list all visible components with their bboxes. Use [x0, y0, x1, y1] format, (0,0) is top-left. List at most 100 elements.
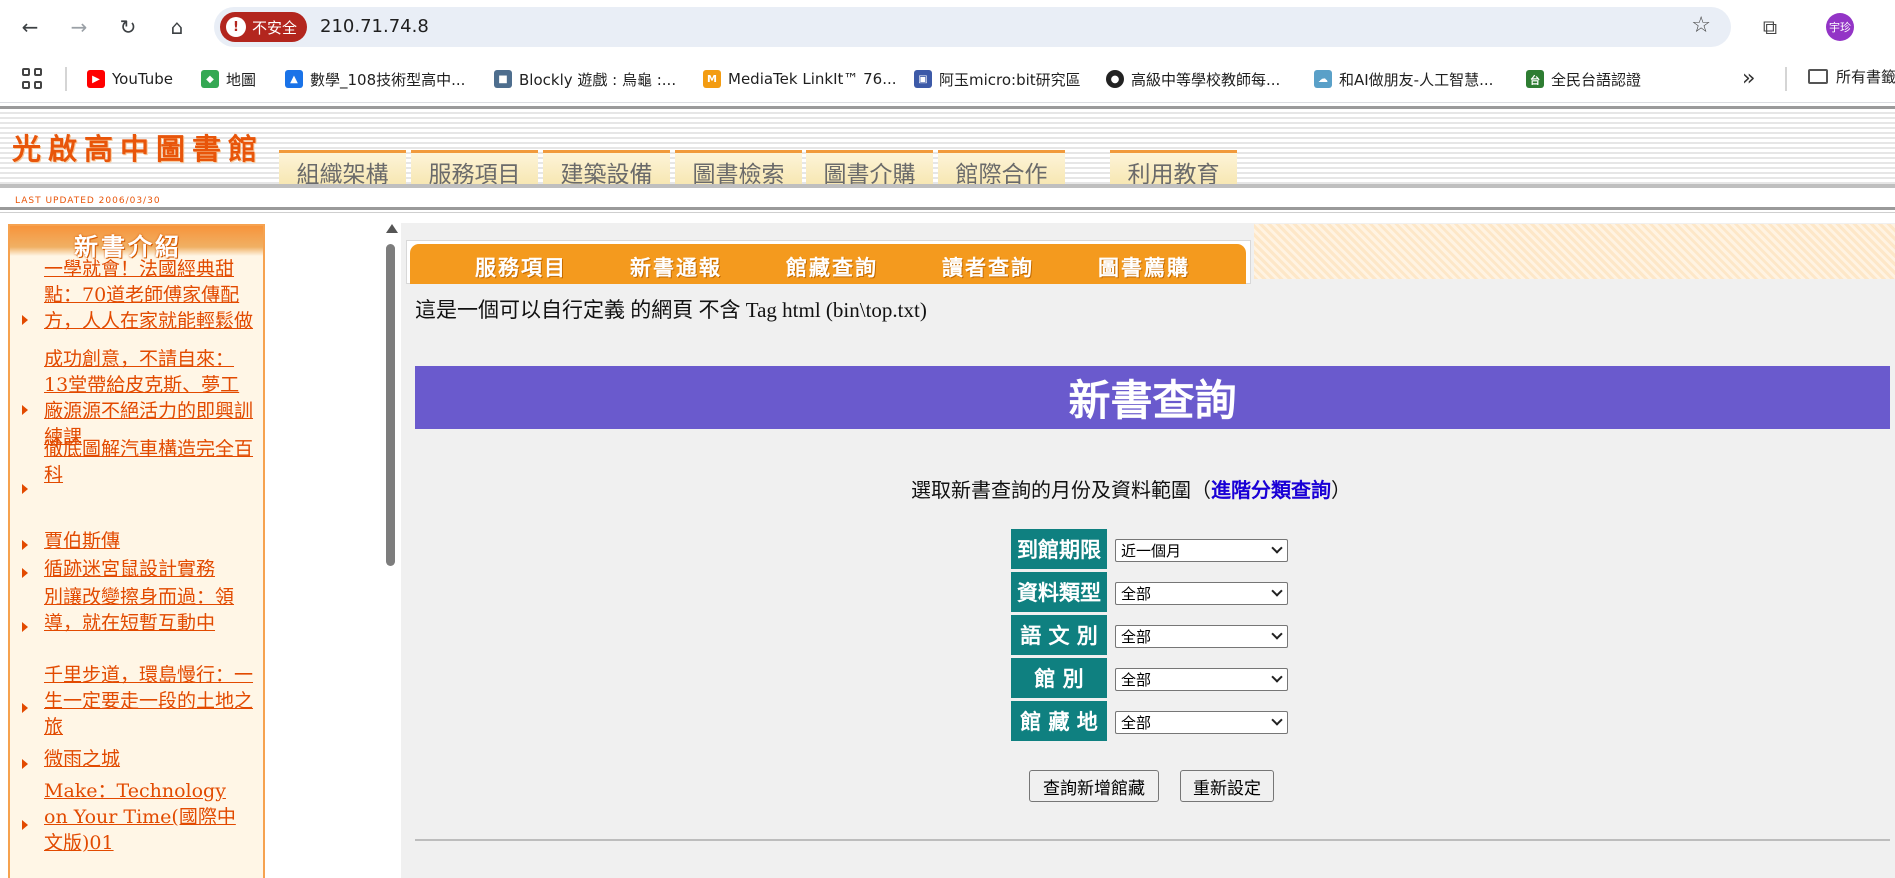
- bookmark-taiwanese[interactable]: 台 全民台語認證: [1526, 66, 1641, 92]
- new-book-link[interactable]: 成功創意，不請自來：13堂帶給皮克斯、夢工廠源源不絕活力的即興訓練課: [44, 346, 254, 450]
- bookmark-label: MediaTek LinkIt™ 76...: [728, 70, 897, 88]
- page-title: 新書查詢: [1068, 367, 1236, 428]
- bullet-icon: [22, 820, 28, 830]
- decorative-pattern: [1254, 224, 1895, 279]
- bookmark-mediatek[interactable]: M MediaTek LinkIt™ 76...: [703, 66, 897, 92]
- bookmark-label: 阿玉micro:bit研究區: [939, 69, 1081, 90]
- maps-icon: ◆: [201, 70, 219, 88]
- bookmark-label: 全民台語認證: [1551, 69, 1641, 90]
- menu-instruction[interactable]: 利用教育: [1110, 150, 1237, 184]
- avatar[interactable]: 宇珍: [1826, 13, 1854, 41]
- instruction-suffix: ）: [1331, 480, 1351, 502]
- address-bar[interactable]: ! 不安全 210.71.74.8 ☆: [214, 7, 1731, 47]
- bookmarks-bar: ▶ YouTube ◆ 地圖 ▲ 數學_108技術型高中... ■ Blockl…: [0, 60, 1895, 96]
- reset-button[interactable]: 重新設定: [1180, 770, 1274, 802]
- bookmark-label: 高級中等學校教師每...: [1131, 69, 1280, 90]
- bookmark-separator: [65, 67, 67, 91]
- scrollbar-thumb[interactable]: [386, 244, 395, 566]
- chevron-down-icon: [1271, 671, 1282, 682]
- bookmark-label: 數學_108技術型高中...: [310, 69, 465, 90]
- reload-icon[interactable]: ↻: [113, 12, 143, 42]
- bookmark-microbit[interactable]: ▣ 阿玉micro:bit研究區: [914, 66, 1081, 92]
- select-value: 近一個月: [1121, 540, 1181, 561]
- bullet-icon: [22, 405, 28, 415]
- bullet-icon: [22, 315, 28, 325]
- language-label: 語 文 別: [1011, 615, 1107, 655]
- more-bookmarks-icon[interactable]: »: [1742, 66, 1755, 91]
- sub-navigation-bar: 服務項目 新書通報 館藏查詢 讀者查詢 圖書薦購: [410, 244, 1246, 284]
- menu-catalog-search[interactable]: 圖書檢索: [675, 150, 802, 184]
- new-book-link[interactable]: 一學就會！法國經典甜點：70道老師傅家傳配方，人人在家就能輕鬆做: [44, 256, 254, 334]
- chevron-down-icon: [1271, 628, 1282, 639]
- extensions-icon[interactable]: ⧉: [1755, 12, 1785, 42]
- new-book-link[interactable]: 別讓改變擦身而過：領導，就在短暫互動中: [44, 584, 254, 636]
- math-icon: ▲: [285, 70, 303, 88]
- subnav-services[interactable]: 服務項目: [475, 252, 567, 282]
- sub-navigation: 服務項目 新書通報 館藏查詢 讀者查詢 圖書薦購: [406, 240, 1251, 284]
- bookmark-math[interactable]: ▲ 數學_108技術型高中...: [285, 66, 465, 92]
- apps-grid-icon[interactable]: [22, 68, 44, 90]
- advanced-search-link[interactable]: 進階分類查詢: [1211, 480, 1331, 502]
- bookmark-label: Blockly 遊戲 : 烏龜 :...: [519, 69, 676, 90]
- bookmark-teacher[interactable]: ● 高級中等學校教師每...: [1106, 66, 1280, 92]
- subnav-collection-search[interactable]: 館藏查詢: [786, 252, 878, 282]
- instruction-prefix: 選取新書查詢的月份及資料範圍（: [911, 480, 1211, 502]
- menu-organization[interactable]: 組織架構: [279, 150, 406, 184]
- forward-arrow-icon[interactable]: →: [64, 12, 94, 42]
- menu-facilities[interactable]: 建築設備: [543, 150, 670, 184]
- folder-icon: [1808, 69, 1828, 84]
- microbit-icon: ▣: [914, 70, 932, 88]
- header-rule: [0, 106, 1895, 109]
- bookmark-separator: [1785, 67, 1787, 91]
- bullet-icon: [22, 703, 28, 713]
- location-label: 館 藏 地: [1011, 701, 1107, 741]
- new-books-sidebar: 新書介紹 一學就會！法國經典甜點：70道老師傅家傳配方，人人在家就能輕鬆做 成功…: [8, 224, 265, 878]
- scroll-up-arrow-icon[interactable]: [386, 224, 398, 233]
- language-select[interactable]: 全部: [1115, 625, 1288, 648]
- subnav-reader-search[interactable]: 讀者查詢: [942, 252, 1034, 282]
- security-chip[interactable]: ! 不安全: [220, 12, 307, 42]
- back-arrow-icon[interactable]: ←: [15, 12, 45, 42]
- bookmark-youtube[interactable]: ▶ YouTube: [87, 66, 173, 92]
- subnav-new-books[interactable]: 新書通報: [630, 252, 722, 282]
- select-value: 全部: [1121, 669, 1151, 690]
- bullet-icon: [22, 622, 28, 632]
- select-value: 全部: [1121, 626, 1151, 647]
- site-logo[interactable]: 光啟高中圖書館: [12, 126, 264, 168]
- new-book-link[interactable]: Make：Technology on Your Time(國際中文版)01: [44, 778, 254, 856]
- material-type-select[interactable]: 全部: [1115, 582, 1288, 605]
- url-text[interactable]: 210.71.74.8: [320, 16, 429, 37]
- arrival-period-select[interactable]: 近一個月: [1115, 539, 1288, 562]
- bookmark-blockly[interactable]: ■ Blockly 遊戲 : 烏龜 :...: [494, 66, 676, 92]
- all-bookmarks-folder[interactable]: 所有書籤: [1808, 66, 1895, 87]
- new-book-link[interactable]: 循跡迷宮鼠設計實務: [44, 556, 254, 582]
- bookmark-ai[interactable]: ☁ 和AI做朋友-人工智慧...: [1314, 66, 1493, 92]
- bookmark-label: YouTube: [112, 70, 173, 88]
- search-new-collection-button[interactable]: 查詢新增館藏: [1029, 770, 1159, 802]
- bookmark-star-icon[interactable]: ☆: [1691, 13, 1711, 38]
- mediatek-icon: M: [703, 70, 721, 88]
- new-book-link[interactable]: 徹底圖解汽車構造完全百科: [44, 436, 254, 488]
- material-type-label: 資料類型: [1011, 572, 1107, 612]
- divider: [415, 839, 1890, 841]
- branch-select[interactable]: 全部: [1115, 668, 1288, 691]
- new-book-link[interactable]: 微雨之城: [44, 746, 254, 772]
- bookmark-label: 和AI做朋友-人工智慧...: [1339, 69, 1493, 90]
- menu-book-purchase[interactable]: 圖書介購: [806, 150, 933, 184]
- ai-icon: ☁: [1314, 70, 1332, 88]
- bookmark-maps[interactable]: ◆ 地圖: [201, 66, 256, 92]
- sidebar-header: 新書介紹: [10, 226, 263, 256]
- browser-chrome: ← → ↻ ⌂ ! 不安全 210.71.74.8 ☆ ⧉ 宇珍 ▶ YouTu…: [0, 0, 1895, 103]
- menu-services[interactable]: 服務項目: [411, 150, 538, 184]
- folder-label: 所有書籤: [1836, 66, 1895, 87]
- bullet-icon: [22, 540, 28, 550]
- query-instructions: 選取新書查詢的月份及資料範圍（進階分類查詢）: [911, 474, 1351, 503]
- location-select[interactable]: 全部: [1115, 711, 1288, 734]
- new-book-link[interactable]: 賈伯斯傳: [44, 528, 254, 554]
- new-book-link[interactable]: 千里步道，環島慢行：一生一定要走一段的土地之旅: [44, 662, 254, 740]
- home-icon[interactable]: ⌂: [162, 12, 192, 42]
- subnav-book-recommend[interactable]: 圖書薦購: [1098, 252, 1190, 282]
- menu-interlibrary[interactable]: 館際合作: [938, 150, 1065, 184]
- frame-scrollbar[interactable]: [383, 224, 397, 878]
- select-value: 全部: [1121, 583, 1151, 604]
